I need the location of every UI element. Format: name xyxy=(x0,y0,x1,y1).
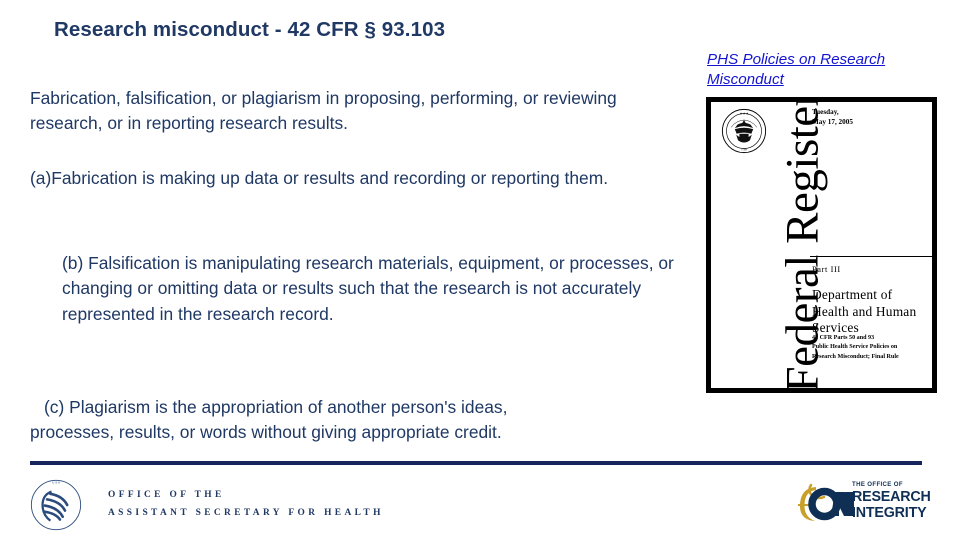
federal-register-divider xyxy=(810,256,932,257)
definition-intro-text: Fabrication, falsification, or plagiaris… xyxy=(30,88,617,134)
definition-c-line1: (c) Plagiarism is the appropriation of a… xyxy=(44,397,508,417)
svg-text:· U S A ·: · U S A · xyxy=(50,481,62,485)
federal-register-date: Tuesday, May 17, 2005 xyxy=(812,107,853,128)
office-line-2: ASSISTANT SECRETARY FOR HEALTH xyxy=(108,508,384,519)
cfr-line-2: Public Health Service Policies on xyxy=(812,344,898,351)
phs-policies-link[interactable]: PHS Policies on Research Misconduct xyxy=(707,50,939,90)
ori-tagline: THE OFFICE OF xyxy=(852,481,903,488)
cfr-line-1: 42 CFR Parts 50 and 93 xyxy=(812,335,875,341)
department-line-1: Department of xyxy=(812,287,893,302)
ori-line-2: INTEGRITY xyxy=(852,504,927,521)
cfr-line-3: Research Misconduct; Final Rule xyxy=(812,353,899,360)
federal-register-cover-image: ★ ★ ★ 1789 Federal Register Tuesday, May… xyxy=(706,97,937,393)
ori-line-1: RESEARCH xyxy=(852,489,931,506)
definition-c-text: (c) Plagiarism is the appropriation of a… xyxy=(30,395,689,446)
ori-logo: THE OFFICE OF RESEARCH INTEGRITY xyxy=(796,479,931,531)
ori-wordmark: THE OFFICE OF RESEARCH INTEGRITY xyxy=(852,481,931,521)
footer-divider xyxy=(30,461,922,465)
office-of-assistant-secretary-text: OFFICE OF THE ASSISTANT SECRETARY FOR HE… xyxy=(108,486,384,523)
federal-register-department: Department of Health and Human Services xyxy=(812,287,932,337)
federal-register-date-line1: Tuesday, xyxy=(812,108,839,116)
federal-register-part: Part III xyxy=(812,265,841,274)
department-line-2: Health and Human xyxy=(812,303,917,319)
slide-canvas: Research misconduct - 42 CFR § 93.103 Fa… xyxy=(0,0,960,540)
definition-b-text: (b) Falsification is manipulating resear… xyxy=(62,253,674,324)
hhs-department-seal-icon: · U S A · xyxy=(30,479,82,531)
great-seal-icon: ★ ★ ★ 1789 xyxy=(721,108,767,154)
ori-monogram-icon xyxy=(798,483,854,521)
svg-text:1789: 1789 xyxy=(741,148,747,151)
federal-register-page: ★ ★ ★ 1789 Federal Register Tuesday, May… xyxy=(711,102,932,388)
office-line-1: OFFICE OF THE xyxy=(108,490,225,500)
definition-c-line2: processes, results, or words without giv… xyxy=(30,422,502,443)
federal-register-rule-citation: 42 CFR Parts 50 and 93 Public Health Ser… xyxy=(812,334,930,362)
federal-register-date-line2: May 17, 2005 xyxy=(812,118,853,127)
page-title: Research misconduct - 42 CFR § 93.103 xyxy=(54,18,446,41)
definition-a-text: (a)Fabrication is making up data or resu… xyxy=(30,168,609,188)
svg-text:★ ★ ★: ★ ★ ★ xyxy=(740,111,749,115)
